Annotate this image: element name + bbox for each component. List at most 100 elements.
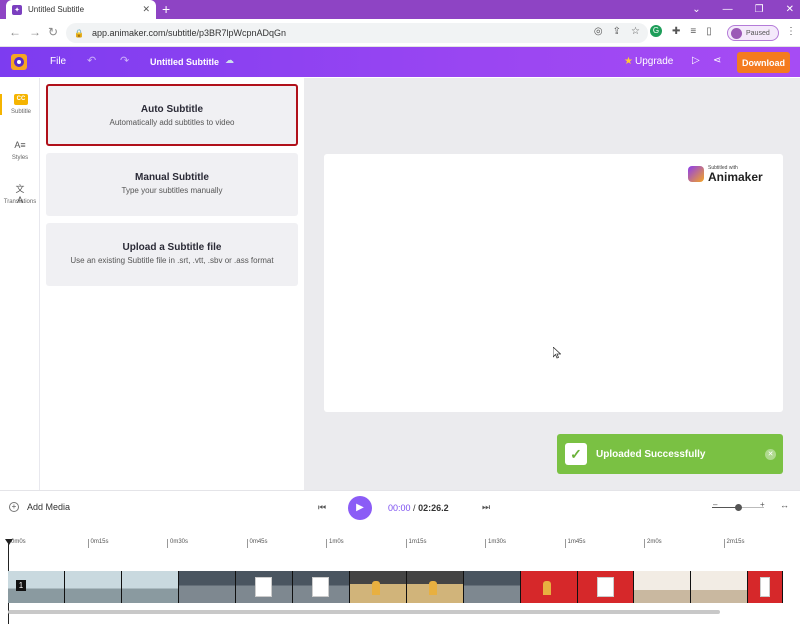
share-page-icon[interactable]: ⇪ (613, 26, 621, 37)
file-menu[interactable]: File (50, 56, 66, 67)
upgrade-label: Upgrade (634, 56, 674, 67)
avatar (731, 27, 742, 39)
skip-forward-icon[interactable]: ⏭ (482, 502, 490, 513)
timeline-tick-label: 1m45s (564, 539, 586, 548)
total-time: 02:26.2 (418, 503, 449, 513)
restore-icon[interactable]: ❐ (755, 4, 764, 15)
add-media-button[interactable]: + Add Media (9, 502, 70, 512)
time-separator: / (413, 503, 416, 513)
auto-subtitle-option[interactable]: Auto Subtitle Automatically add subtitle… (46, 84, 298, 146)
timeline-ruler[interactable]: 0m0s 0m15s 0m30s 0m45s 1m0s 1m15s 1m30s 1m45s 2m… (0, 539, 800, 551)
expand-timeline-icon[interactable]: ↔ (780, 500, 789, 510)
tab-close-icon[interactable]: ✕ (142, 4, 150, 15)
video-canvas[interactable] (324, 154, 783, 412)
subtitle-options-panel: Auto Subtitle Automatically add subtitle… (41, 78, 303, 490)
text-style-icon: A≡ (14, 140, 26, 150)
star-icon: ★ (624, 56, 633, 67)
side-panel-icon[interactable]: ▯ (706, 26, 712, 37)
reading-list-icon[interactable]: ≡ (690, 26, 696, 37)
timeline: 0m0s 0m15s 0m30s 0m45s 1m0s 1m15s 1m30s 1m45s 2m… (0, 524, 800, 624)
watermark-brand: Animaker (708, 170, 763, 184)
undo-icon[interactable]: ↶ (87, 54, 96, 67)
rail-item-styles[interactable]: A≡ Styles (0, 140, 40, 161)
video-track[interactable] (8, 571, 783, 603)
zoom-slider-handle[interactable] (735, 504, 742, 511)
toast-message: Uploaded Successfully (596, 448, 706, 460)
toast-close-icon[interactable]: ✕ (765, 448, 776, 460)
video-thumbnail (463, 571, 521, 603)
option-title: Auto Subtitle (140, 104, 204, 115)
add-media-label: Add Media (27, 502, 71, 512)
browser-menu-icon[interactable]: ⋮ (786, 26, 796, 37)
timeline-tick-label: 1m30s (485, 539, 506, 548)
manual-subtitle-option[interactable]: Manual Subtitle Type your subtitles manu… (46, 153, 298, 216)
playhead-marker[interactable] (5, 539, 13, 545)
animaker-watermark-icon (688, 166, 704, 182)
animaker-watermark: Subtitled with Animaker (688, 165, 763, 183)
share-icon[interactable]: ⋖ (713, 55, 721, 66)
cc-icon: CC (14, 94, 28, 105)
animaker-favicon-icon: ✦ (12, 4, 22, 15)
video-thumbnail (64, 571, 122, 603)
skip-back-icon[interactable]: ⏮ (318, 502, 326, 513)
extensions-puzzle-icon[interactable]: ✚ (672, 26, 680, 37)
profile-status: Paused (746, 29, 770, 37)
animaker-logo-icon[interactable] (10, 53, 28, 71)
video-thumbnail (634, 571, 692, 603)
video-thumbnail (748, 571, 783, 603)
minimize-icon[interactable]: — (723, 4, 733, 15)
translate-icon: 文A (15, 184, 25, 205)
video-thumbnail (577, 571, 635, 603)
play-button[interactable]: ▶ (348, 496, 372, 520)
scene-number-badge: 1 (16, 580, 26, 591)
timeline-tick-label: 1m15s (405, 539, 427, 548)
bookmark-star-icon[interactable]: ☆ (631, 26, 640, 37)
timeline-scrollbar[interactable] (8, 610, 720, 614)
browser-toolbar: ← → ↻ 🔒 app.animaker.com/subtitle/p3BR7l… (0, 19, 800, 47)
tab-search-icon[interactable]: ⌄ (692, 4, 700, 15)
reload-icon[interactable]: ↻ (48, 25, 58, 39)
window-close-icon[interactable]: ✕ (786, 4, 794, 15)
browser-tab[interactable]: ✦ Untitled Subtitle ✕ (6, 0, 156, 19)
option-title: Upload a Subtitle file (122, 242, 222, 253)
timeline-tick-label: 0m15s (87, 539, 109, 548)
tool-rail: CC Subtitle A≡ Styles 文A Translations (0, 78, 40, 490)
timeline-tick-label: 2m15s (723, 539, 745, 548)
back-icon[interactable]: ← (9, 25, 21, 39)
rail-item-label: Styles (11, 155, 29, 161)
zoom-in-icon[interactable]: + (760, 500, 765, 509)
video-thumbnail (406, 571, 464, 603)
lock-icon: 🔒 (74, 28, 84, 38)
video-thumbnail (121, 571, 179, 603)
option-description: Type your subtitles manually (121, 186, 223, 195)
video-thumbnail (349, 571, 407, 603)
timeline-tick-label: 0m45s (246, 539, 268, 548)
check-icon: ✓ (565, 443, 587, 465)
rail-item-label: Translations (3, 199, 37, 205)
rail-item-translations[interactable]: 文A Translations (0, 184, 40, 205)
upgrade-button[interactable]: ★ Upgrade (624, 56, 673, 67)
preview-play-icon[interactable]: ▷ (692, 55, 700, 66)
time-display: 00:00 / 02:26.2 (388, 503, 449, 513)
grammarly-icon[interactable]: G (650, 25, 662, 37)
timeline-tick-label: 1m0s (326, 539, 344, 548)
video-thumbnail (691, 571, 749, 603)
new-tab-button[interactable]: + (162, 1, 170, 17)
cloud-saved-icon: ☁ (225, 55, 234, 65)
rail-item-label: Subtitle (10, 109, 31, 115)
forward-icon[interactable]: → (29, 25, 41, 39)
option-description: Automatically add subtitles to video (109, 118, 235, 127)
video-thumbnail (520, 571, 578, 603)
redo-icon[interactable]: ↷ (120, 54, 129, 67)
download-button[interactable]: Download (737, 52, 790, 73)
zoom-slider[interactable] (712, 504, 764, 511)
google-lens-icon[interactable]: ◎ (594, 26, 603, 37)
rail-item-subtitle[interactable]: CC Subtitle (0, 94, 40, 115)
project-title[interactable]: Untitled Subtitle (150, 57, 219, 67)
video-thumbnail (235, 571, 293, 603)
address-bar[interactable]: 🔒 app.animaker.com/subtitle/p3BR7lpWcpnA… (66, 23, 648, 43)
mouse-cursor-icon (553, 347, 561, 359)
upload-subtitle-option[interactable]: Upload a Subtitle file Use an existing S… (46, 223, 298, 286)
video-thumbnail (178, 571, 236, 603)
profile-button[interactable]: Paused (727, 25, 779, 41)
